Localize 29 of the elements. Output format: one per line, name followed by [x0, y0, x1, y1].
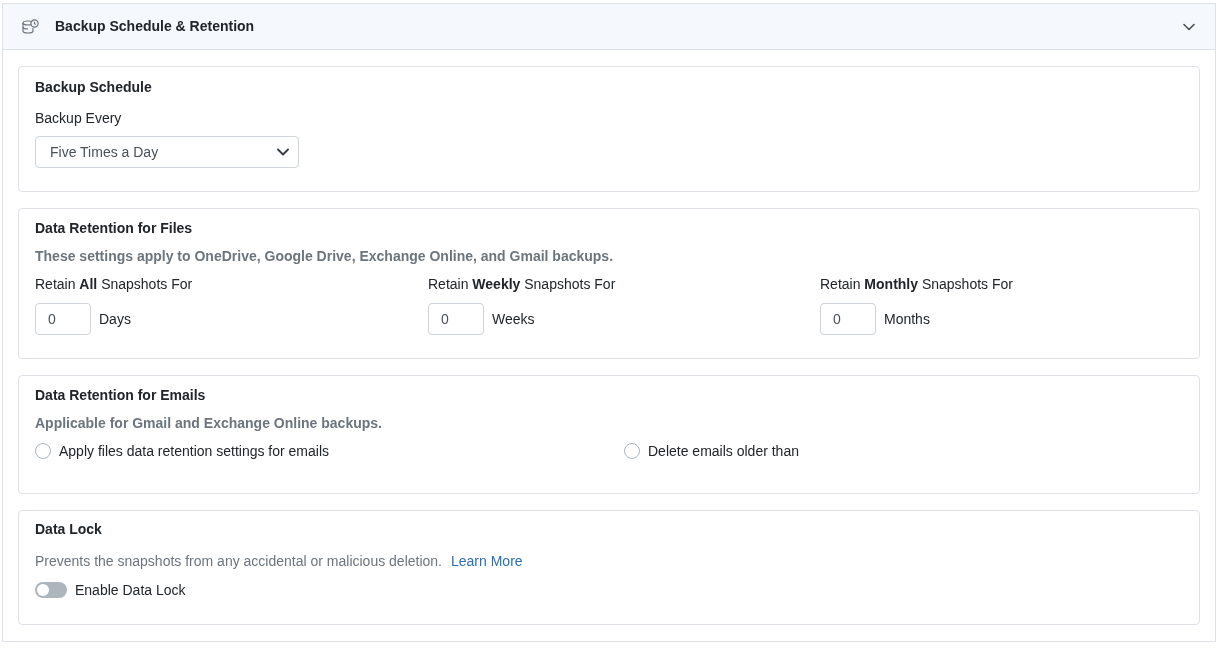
unit-label: Weeks [492, 309, 535, 329]
panel-title: Backup Schedule & Retention [55, 17, 255, 36]
number-input[interactable]: 0 [35, 303, 91, 335]
panel-header[interactable]: Backup Schedule & Retention [3, 4, 1215, 50]
card-title: Data Retention for Emails [35, 386, 207, 405]
field-label: Backup Every [35, 109, 123, 128]
field-label: Retain Monthly Snapshots For [820, 275, 1014, 294]
card-title: Backup Schedule [35, 78, 153, 97]
card-note: These settings apply to OneDrive, Google Drive, Exchange Online, and Gmail backups. [35, 247, 615, 266]
learn-more-link[interactable]: Learn More [451, 551, 523, 571]
radio-button[interactable] [624, 443, 640, 459]
radio-button[interactable] [35, 443, 51, 459]
field-label: Retain Weekly Snapshots For [428, 275, 617, 294]
chevron-icon [277, 148, 289, 156]
card-title: Data Lock [35, 520, 103, 539]
radio-label: Apply files data retention settings for emails [59, 441, 330, 461]
toggle-label: Enable Data Lock [75, 580, 186, 600]
unit-label: Months [884, 309, 930, 329]
toggle-switch[interactable] [35, 582, 67, 598]
radio-label: Delete emails older than [648, 441, 799, 461]
number-input[interactable]: 0 [820, 303, 876, 335]
frequency-select[interactable]: Five Times a Day [35, 136, 299, 168]
card-note: Applicable for Gmail and Exchange Online backups. [35, 414, 383, 433]
field-label: Retain All Snapshots For [35, 275, 194, 294]
unit-label: Days [99, 309, 131, 329]
database-clock-icon [22, 18, 39, 35]
description-text: Prevents the snapshots from any accidental or malicious deletion. [35, 552, 442, 571]
number-input[interactable]: 0 [428, 303, 484, 335]
card-title: Data Retention for Files [35, 219, 194, 238]
